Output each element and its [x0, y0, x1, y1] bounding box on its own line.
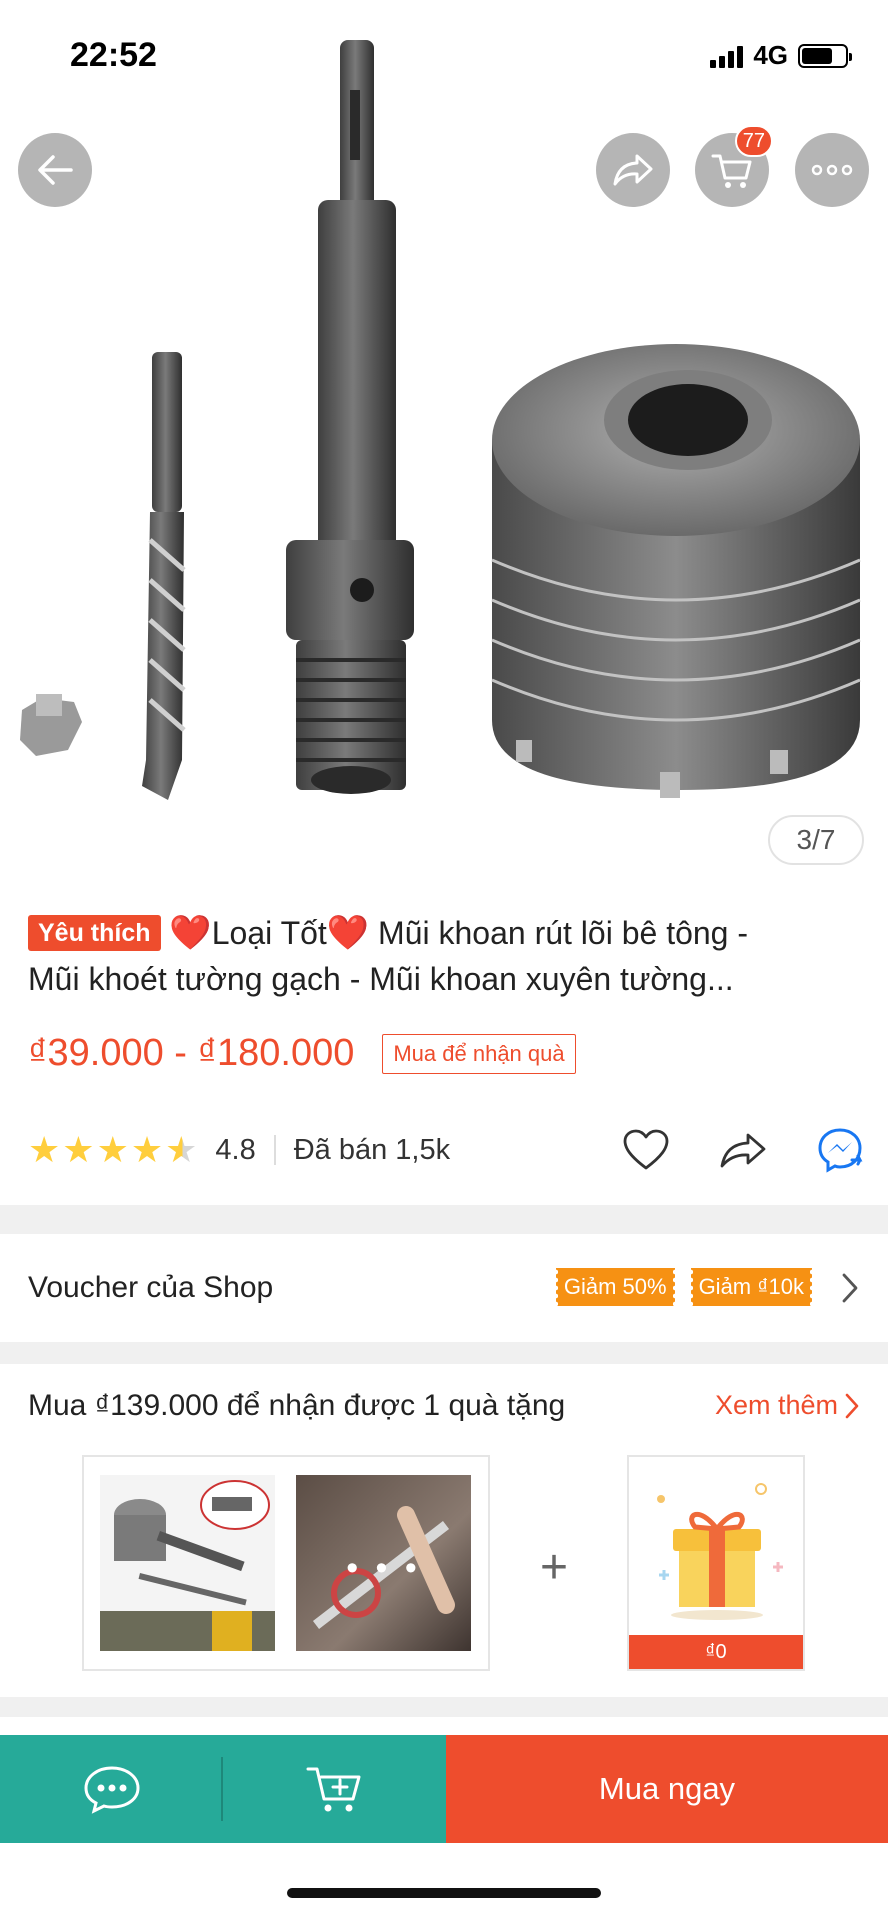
- star-icon: ★: [130, 1129, 164, 1170]
- voucher-chip[interactable]: Giảm ₫10k: [688, 1268, 815, 1306]
- status-time: 22:52: [70, 36, 157, 74]
- buy-now-button[interactable]: Mua ngay: [446, 1735, 888, 1843]
- home-indicator[interactable]: [287, 1888, 601, 1898]
- rating-stars: ★ ★ ★ ★ ★: [28, 1132, 197, 1168]
- image-counter: 3/7: [768, 815, 864, 865]
- share-outline-icon[interactable]: [718, 1130, 768, 1170]
- divider: [273, 1135, 276, 1165]
- back-icon: [38, 155, 73, 185]
- see-more-label: Xem thêm: [714, 1390, 838, 1420]
- share-icon: [613, 154, 653, 186]
- star-icon: ★: [96, 1129, 129, 1170]
- cart-button[interactable]: 77: [695, 125, 773, 207]
- more-button[interactable]: [795, 133, 869, 207]
- add-to-cart-button[interactable]: [223, 1735, 446, 1843]
- gift-price: ₫0: [629, 1635, 803, 1669]
- voucher-label: Voucher của Shop: [28, 1271, 274, 1304]
- back-button[interactable]: [18, 133, 92, 207]
- section-divider: [0, 1205, 888, 1234]
- section-divider: [0, 1697, 888, 1717]
- more-images-dots: • • •: [346, 1549, 421, 1587]
- see-more-link[interactable]: Xem thêm: [715, 1390, 860, 1421]
- star-icon: ★: [62, 1129, 95, 1170]
- battery-icon: [798, 43, 852, 68]
- bundle-products[interactable]: • • •: [82, 1455, 490, 1671]
- status-bar: 22:52 4G: [0, 0, 888, 110]
- bundle-product-image: [100, 1475, 275, 1651]
- title-text: Mũi khoan rút lõi bê tông -: [369, 915, 749, 951]
- plus-sign: +: [540, 1541, 569, 1594]
- product-image-gallery[interactable]: 22:52 4G 77 3/7: [0, 0, 888, 880]
- bundle-product-thumbnail: • • •: [296, 1475, 471, 1651]
- favorite-shop-tag: Yêu thích: [28, 915, 161, 951]
- heart-outline-icon[interactable]: [622, 1128, 670, 1172]
- price-range: ₫39.000 - ₫180.000: [28, 1032, 355, 1074]
- title-text-line2: Mũi khoét tường gạch - Mũi khoan xuyên t…: [28, 961, 734, 997]
- voucher-chip[interactable]: Giảm 50%: [553, 1268, 677, 1306]
- chevron-right-icon: [842, 1273, 858, 1303]
- shop-voucher-row[interactable]: Voucher của Shop Giảm 50% Giảm ₫10k: [0, 1234, 888, 1342]
- half-star-icon: ★: [165, 1129, 198, 1170]
- sold-count: Đã bán 1,5k: [293, 1133, 451, 1166]
- more-icon: [811, 164, 853, 176]
- add-to-cart-icon: [306, 1767, 360, 1812]
- chat-icon: [83, 1766, 140, 1814]
- heart-emoji: ❤️: [326, 914, 370, 952]
- gift-icon: [657, 1483, 783, 1620]
- product-title: Yêu thích ❤️Loại Tốt❤️ Mũi khoan rút lõi…: [28, 910, 868, 1002]
- rating-row: ★ ★ ★ ★ ★ 4.8 Đã bán 1,5k: [28, 1125, 868, 1175]
- chevron-right-icon: [845, 1393, 859, 1418]
- share-button[interactable]: [596, 133, 670, 207]
- network-type: 4G: [753, 40, 788, 70]
- gift-item[interactable]: ₫0: [627, 1455, 805, 1671]
- rating-value: 4.8: [215, 1133, 256, 1166]
- bundle-deal-title: Mua ₫139.000 để nhận được 1 quà tặng: [28, 1389, 566, 1422]
- messenger-icon[interactable]: [816, 1126, 868, 1174]
- buy-to-get-gift-badge[interactable]: Mua để nhận quà: [382, 1033, 576, 1074]
- bottom-action-bar: Mua ngay: [0, 1735, 888, 1843]
- signal-icon: [710, 44, 744, 68]
- star-icon: ★: [28, 1129, 61, 1170]
- price-row: ₫39.000 - ₫180.000 Mua để nhận quà: [28, 1032, 576, 1075]
- section-divider: [0, 1342, 888, 1364]
- chat-button[interactable]: [0, 1735, 223, 1843]
- heart-emoji: ❤️: [169, 914, 212, 952]
- bundle-product-thumbnail: [100, 1475, 275, 1651]
- title-quality-label: Loại Tốt: [211, 915, 327, 951]
- cart-count-badge: 77: [734, 125, 773, 157]
